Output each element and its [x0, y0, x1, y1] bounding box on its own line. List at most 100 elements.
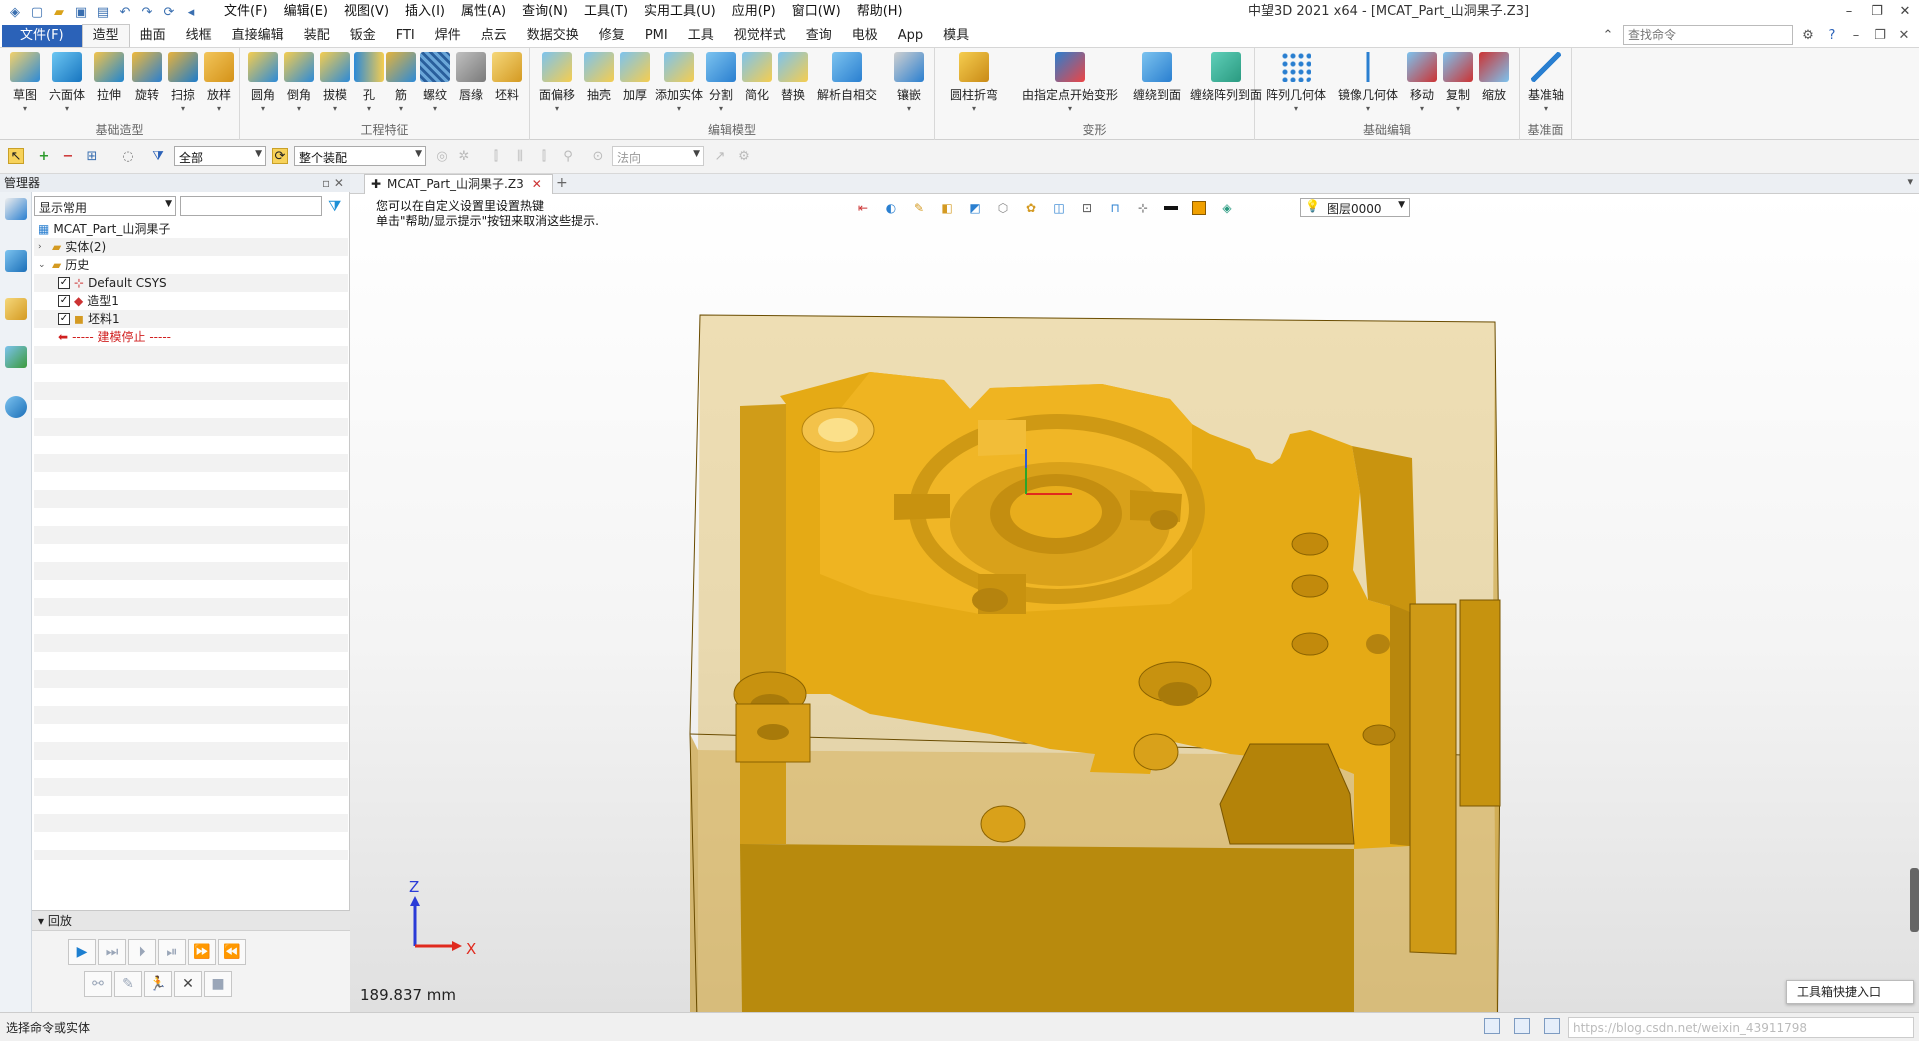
lip-button[interactable]: 唇缘 — [452, 52, 490, 103]
tab-electrode[interactable]: 电极 — [842, 25, 888, 47]
visibility-checkbox[interactable]: ✓ — [58, 313, 70, 325]
user-icon[interactable] — [5, 396, 27, 418]
wrap-to-face-button[interactable]: 缠绕到面 — [1133, 52, 1181, 103]
remove-selection-icon[interactable]: − — [60, 148, 76, 164]
undo-icon[interactable]: ↶ — [116, 3, 134, 21]
cylinder-bend-button[interactable]: 圆柱折弯 ▾ — [950, 52, 998, 113]
tree-shape1[interactable]: ✓ ◆ 造型1 — [58, 292, 119, 310]
draft-button[interactable]: 拔模 ▾ — [316, 52, 354, 113]
link-button[interactable]: ⚯ — [84, 971, 112, 997]
deform-from-point-button[interactable]: 由指定点开始变形 ▾ — [1022, 52, 1118, 113]
assembly-manager-icon[interactable] — [5, 250, 27, 272]
tab-repair[interactable]: 修复 — [589, 25, 635, 47]
history-manager-icon[interactable] — [5, 198, 27, 220]
status-input-field[interactable]: https://blog.csdn.net/weixin_43911798 — [1568, 1017, 1914, 1038]
menu-edit[interactable]: 编辑(E) — [276, 0, 336, 24]
collapse-ribbon-icon[interactable]: ⌃ — [1599, 26, 1617, 44]
copy-button[interactable]: 复制 ▾ — [1439, 52, 1477, 113]
tab-point-cloud[interactable]: 点云 — [471, 25, 517, 47]
pin-icon[interactable]: ⚲ — [560, 148, 576, 164]
assembly-select[interactable]: 整个装配 ▼ — [294, 146, 426, 166]
menu-apps[interactable]: 应用(P) — [724, 0, 784, 24]
simplify-button[interactable]: 简化 — [738, 52, 776, 103]
tree-default-csys[interactable]: ✓ ⊹ Default CSYS — [58, 274, 167, 292]
tree-solids[interactable]: › ▰ 实体(2) — [38, 238, 106, 256]
align-center-icon[interactable]: ⫼ — [512, 148, 528, 164]
refresh-icon[interactable]: ⟳ — [160, 3, 178, 21]
step-next-button[interactable]: ⏭ — [98, 939, 126, 965]
tab-tools[interactable]: 工具 — [678, 25, 724, 47]
gear-small-icon[interactable]: ⚙ — [736, 148, 752, 164]
revolve-button[interactable]: 旋转 — [128, 52, 166, 103]
fillet-button[interactable]: 圆角 ▾ — [244, 52, 282, 113]
tab-query[interactable]: 查询 — [796, 25, 842, 47]
resolve-self-intersect-button[interactable]: 解析自相交 — [817, 52, 877, 103]
pattern-geometry-button[interactable]: 阵列几何体 ▾ — [1266, 52, 1326, 113]
view-manager-icon[interactable] — [5, 346, 27, 368]
manager-search-input[interactable] — [180, 196, 322, 216]
filter-icon[interactable]: ⧩ — [150, 148, 166, 164]
pick-cursor-icon[interactable]: ↖ — [8, 148, 24, 164]
tab-pmi[interactable]: PMI — [635, 25, 678, 47]
move-button[interactable]: 移动 ▾ — [1403, 52, 1441, 113]
tab-direct-edit[interactable]: 直接编辑 — [222, 25, 294, 47]
3d-viewport[interactable]: 您可以在自定义设置里设置热键 单击"帮助/显示提示"按钮来取消这些提示. ⇤ ◐ … — [350, 194, 1919, 1012]
display-filter-select[interactable]: 显示常用 ▼ — [34, 196, 176, 216]
inlay-button[interactable]: 镶嵌 ▾ — [890, 52, 928, 113]
tab-surface[interactable]: 曲面 — [130, 25, 176, 47]
tree-root[interactable]: ▦ MCAT_Part_山洞果子 — [38, 220, 170, 238]
mirror-geometry-button[interactable]: 镜像几何体 ▾ — [1338, 52, 1398, 113]
tab-modeling[interactable]: 造型 — [81, 24, 130, 47]
new-file-icon[interactable]: ▢ — [28, 3, 46, 21]
split-button[interactable]: 分割 ▾ — [702, 52, 740, 113]
datum-axis-button[interactable]: 基准轴 ▾ — [1527, 52, 1565, 113]
new-tab-icon[interactable]: + — [556, 175, 568, 191]
window-list-icon[interactable] — [1544, 1018, 1560, 1034]
point-snap-icon[interactable]: ◎ — [434, 148, 450, 164]
tab-overflow-icon[interactable]: ▾ — [1907, 175, 1913, 188]
menu-utilities[interactable]: 实用工具(U) — [636, 0, 724, 24]
align-right-icon[interactable]: ⫿ — [536, 148, 552, 164]
rib-button[interactable]: 筋 ▾ — [382, 52, 420, 113]
menu-query[interactable]: 查询(N) — [514, 0, 576, 24]
app-logo-icon[interactable]: ◈ — [6, 3, 24, 21]
loft-button[interactable]: 放样 ▾ — [200, 52, 238, 113]
monitor-icon[interactable] — [1514, 1018, 1530, 1034]
close-tab-icon[interactable]: ✕ — [532, 177, 542, 191]
tab-data-exchange[interactable]: 数据交换 — [517, 25, 589, 47]
tab-wireframe[interactable]: 线框 — [176, 25, 222, 47]
ribbon-restore-icon[interactable]: ❐ — [1871, 26, 1889, 44]
stock-button[interactable]: 坯料 — [488, 52, 526, 103]
play-button[interactable]: ▶ — [68, 939, 96, 965]
command-search-input[interactable] — [1623, 25, 1793, 45]
ribbon-minimize-icon[interactable]: – — [1847, 26, 1865, 44]
direction-select[interactable]: 法向 ▼ — [612, 146, 704, 166]
assembly-scope-icon[interactable]: ⟳ — [272, 148, 288, 164]
box-select-icon[interactable]: ⊞ — [84, 148, 100, 164]
face-offset-button[interactable]: 面偏移 ▾ — [538, 52, 576, 113]
toolbox-shortcut[interactable]: 工具箱快捷入口✕ — [1786, 980, 1914, 1004]
minimize-icon[interactable]: – — [1835, 0, 1863, 24]
tab-fti[interactable]: FTI — [386, 25, 425, 47]
tab-visual-style[interactable]: 视觉样式 — [724, 25, 796, 47]
step-over-button[interactable]: ⏯ — [158, 939, 186, 965]
filter-select[interactable]: 全部 ▼ — [174, 146, 266, 166]
align-left-icon[interactable]: ⫿ — [488, 148, 504, 164]
replace-button[interactable]: 替换 — [774, 52, 812, 103]
stop-button[interactable]: ■ — [204, 971, 232, 997]
menu-help[interactable]: 帮助(H) — [849, 0, 911, 24]
visibility-checkbox[interactable]: ✓ — [58, 277, 70, 289]
tab-weldment[interactable]: 焊件 — [425, 25, 471, 47]
redo-icon[interactable]: ↷ — [138, 3, 156, 21]
chamfer-button[interactable]: 倒角 ▾ — [280, 52, 318, 113]
orient-icon[interactable]: ⊙ — [590, 148, 606, 164]
thread-button[interactable]: 螺纹 ▾ — [416, 52, 454, 113]
edit-button[interactable]: ✎ — [114, 971, 142, 997]
menu-window[interactable]: 窗口(W) — [784, 0, 849, 24]
menu-insert[interactable]: 插入(I) — [397, 0, 453, 24]
add-selection-icon[interactable]: + — [36, 148, 52, 164]
pick-vector-icon[interactable]: ↗ — [712, 148, 728, 164]
tab-app[interactable]: App — [888, 25, 933, 47]
tab-mold[interactable]: 模具 — [933, 25, 979, 47]
save-icon[interactable]: ▣ — [72, 3, 90, 21]
